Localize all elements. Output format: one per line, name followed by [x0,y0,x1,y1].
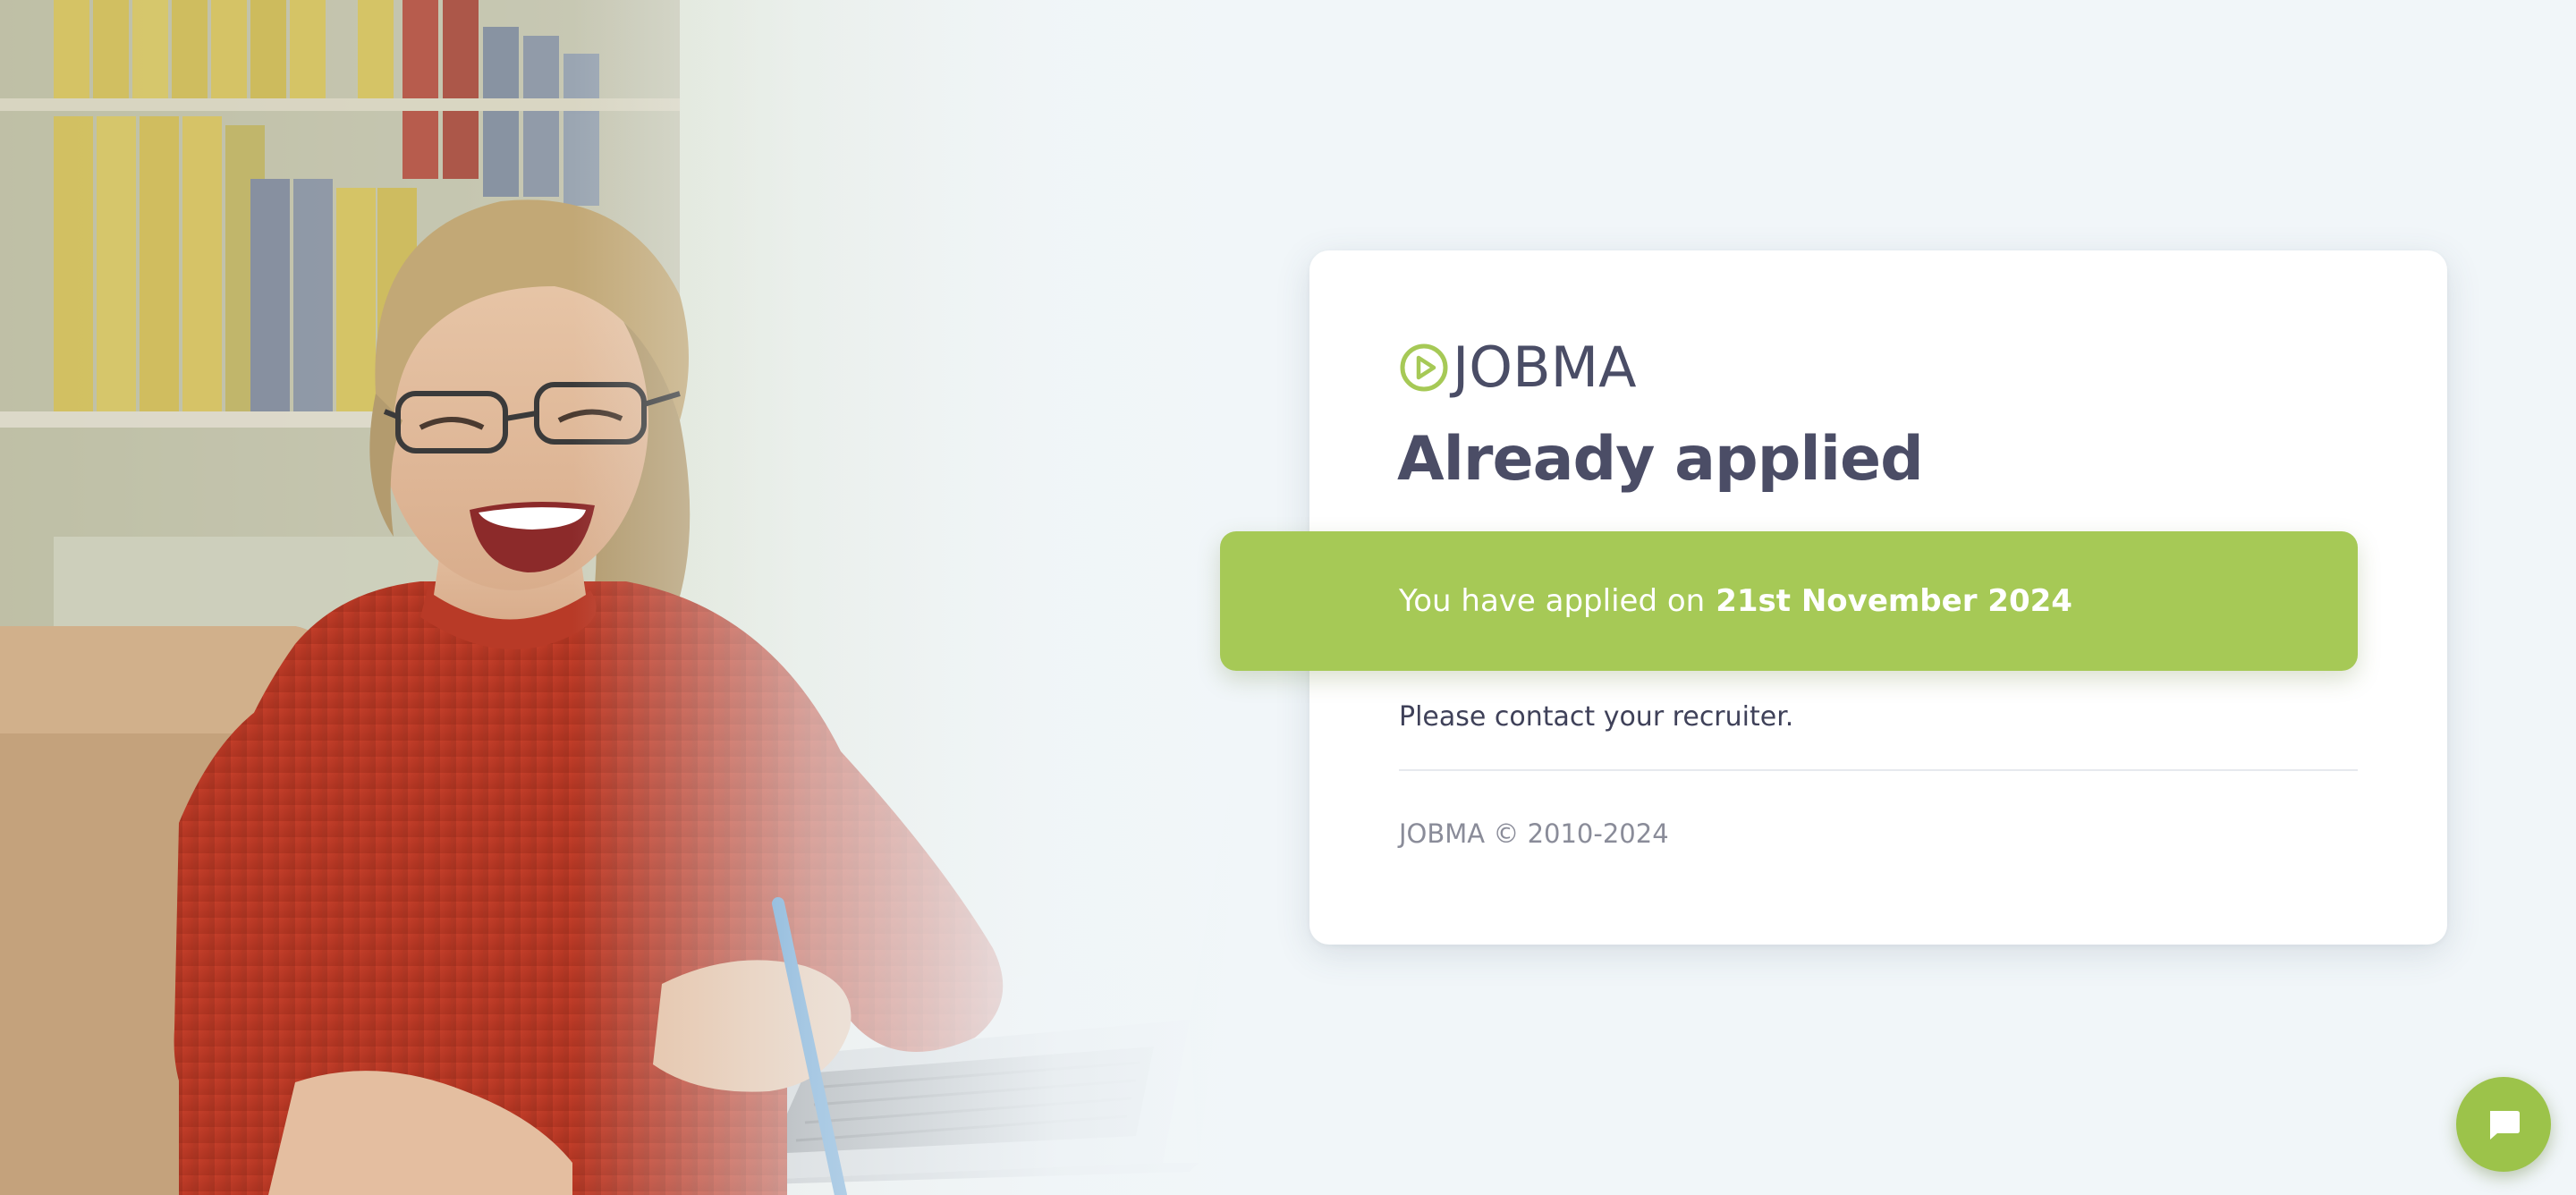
banner-prefix: You have applied on [1399,583,1706,619]
banner-text: You have applied on 21st November 2024 [1399,531,2072,671]
chat-bubble-icon [2490,1111,2520,1140]
copyright-footer: JOBMA © 2010-2024 [1399,818,1669,849]
contact-message: Please contact your recruiter. [1399,701,1794,733]
applied-date-banner: You have applied on 21st November 2024 [1220,531,2358,671]
chat-launcher-button[interactable] [2456,1077,2551,1172]
page: JOBMA Already applied Please contact you… [0,0,2576,1195]
applied-date: 21st November 2024 [1716,583,2072,619]
divider [1399,769,2358,771]
hero-photo [0,0,1342,1195]
logo-text: JOBMA [1453,335,1637,400]
jobma-logo[interactable]: JOBMA [1399,336,1637,399]
play-circle-icon [1400,343,1448,392]
hero-photo-illustration [0,0,1342,1195]
page-title: Already applied [1397,424,1924,495]
